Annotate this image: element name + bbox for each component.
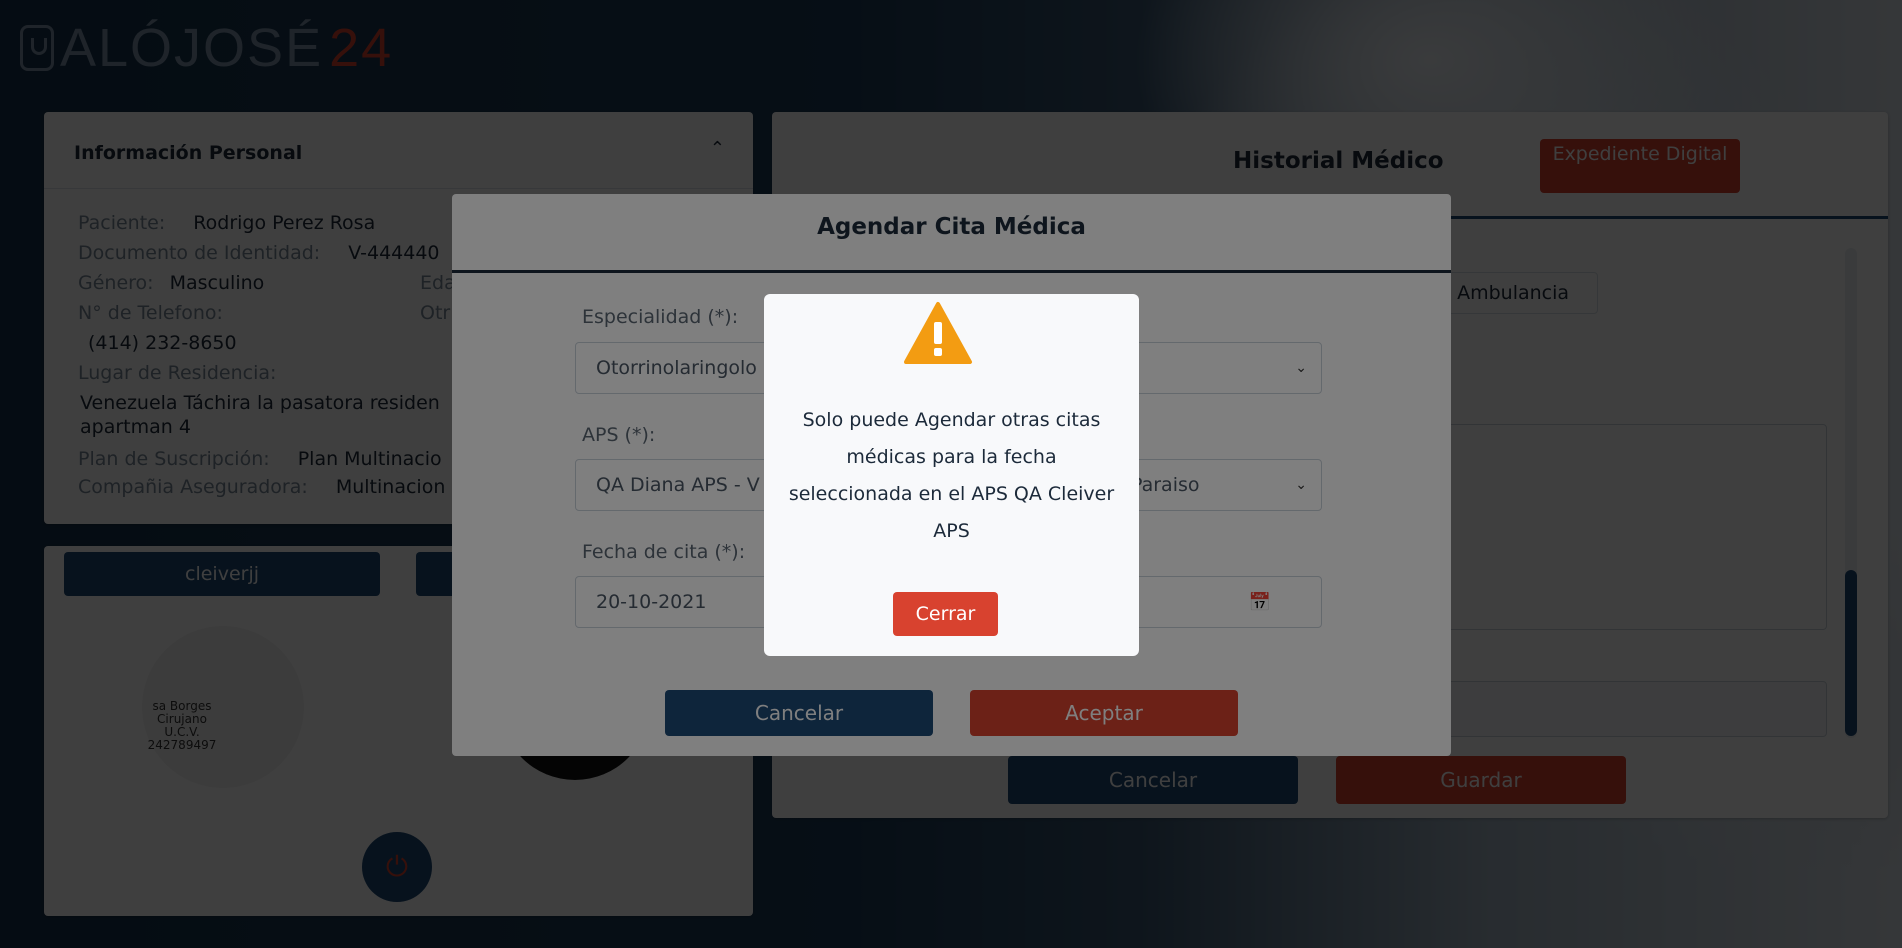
alert-message: Solo puede Agendar otras citas médicas p… <box>788 409 1115 542</box>
alert-close-button[interactable]: Cerrar <box>893 592 998 636</box>
warning-icon <box>904 302 972 364</box>
